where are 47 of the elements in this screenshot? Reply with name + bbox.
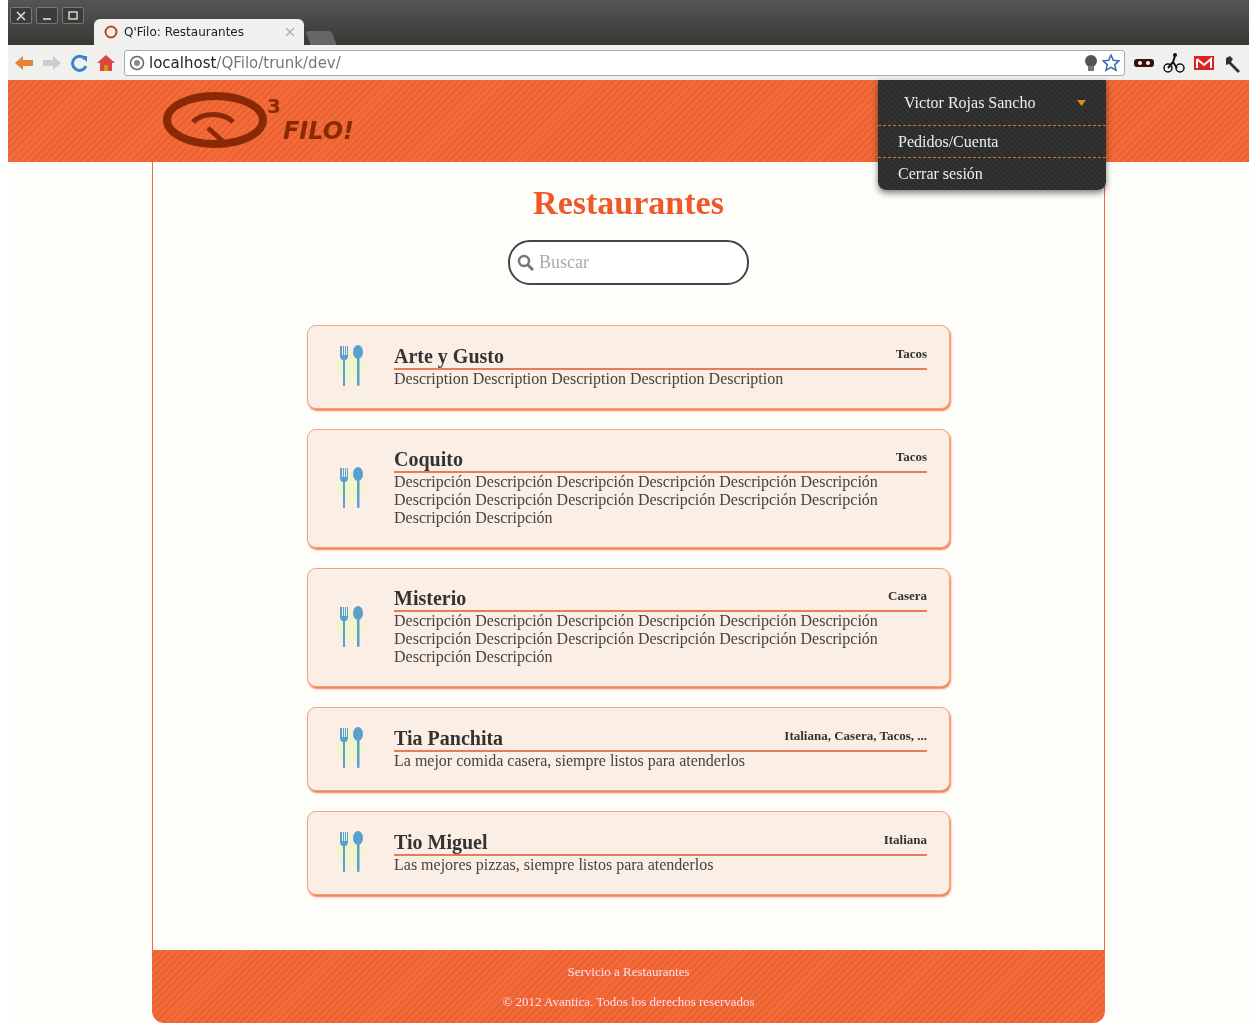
restaurant-tags: Tacos: [895, 345, 927, 362]
restaurant-name: Tio Miguel: [394, 830, 488, 854]
reload-icon[interactable]: [70, 53, 88, 72]
restaurant-card[interactable]: Coquito Tacos Descripción Descripción Descripción Descripción Descripción Descripción Descripción Descripción Descripción Descripción Descripción Descripción Descripción Descripción: [307, 429, 950, 548]
restaurant-card[interactable]: Tio Miguel Italiana Las mejores pizzas, siempre listos para atenderlos: [307, 811, 950, 895]
restaurant-name: Misterio: [394, 587, 467, 610]
restaurant-card[interactable]: Tia Panchita Italiana, Casera, Tacos, ... La mejor comida casera, siempre listos para atenderlos: [307, 707, 950, 791]
search-field[interactable]: Buscar: [508, 240, 749, 285]
caret-icon: [1077, 99, 1086, 106]
restaurant-tags: Casera: [888, 588, 927, 604]
globe-icon: [129, 54, 145, 71]
restaurant-description: Description Description Description Description Description: [394, 369, 785, 388]
user-menu-button[interactable]: Victor Rojas Sancho: [878, 80, 1106, 126]
footer-text: Servicio a Restaurantes: [567, 963, 690, 980]
restaurant-tags: Italiana: [883, 831, 927, 848]
restaurant-description: La mejor comida casera, siempre listos para atenderlos: [394, 751, 746, 770]
star-icon[interactable]: [1102, 53, 1120, 72]
copyright-text: © 2012 Avantica. Todos los derechos reservados: [502, 993, 755, 1010]
restaurant-card[interactable]: Arte y Gusto Tacos Description Description Description Description Description: [307, 325, 950, 409]
page-title: Restaurantes: [533, 184, 724, 222]
close-icon: [16, 10, 26, 21]
search-icon: [517, 254, 535, 272]
maximize-button[interactable]: [62, 7, 84, 24]
restaurant-card[interactable]: Misterio Casera Descripción Descripción Descripción Descripción Descripción Descripción Descripción Descripción Descripción Descripción Descripción Descripción Descripción Descripción: [307, 568, 950, 687]
address-bar[interactable]: localhost/QFilo/trunk/dev/: [124, 49, 1125, 76]
restaurant-tags: Italiana, Casera, Tacos, ...: [784, 727, 927, 744]
menu-item[interactable]: Pedidos/Cuenta: [878, 126, 1106, 158]
logo-superscript: 3: [267, 94, 281, 118]
restaurant-name: Tia Panchita: [394, 726, 504, 750]
browser-tab[interactable]: Q'Filo: Restaurantes: [94, 19, 304, 45]
logo-text: FILO!: [282, 117, 355, 145]
restaurant-description: Descripción Descripción Descripción Descripción Descripción Descripción Descripción Descripción Descripción Descripción Descripción Descripción Descripción Descripción: [394, 473, 879, 527]
maximize-icon: [68, 10, 78, 21]
cyclist-icon[interactable]: [1163, 51, 1185, 74]
minimize-icon: [42, 17, 52, 20]
mail-icon[interactable]: [1193, 54, 1215, 71]
restaurant-tags: Tacos: [895, 449, 927, 465]
close-button[interactable]: [10, 7, 32, 24]
restaurant-description: Descripción Descripción Descripción Descripción Descripción Descripción Descripción Descripción Descripción Descripción Descripción Descripción Descripción Descripción: [394, 612, 879, 666]
favicon-icon: [104, 25, 118, 39]
home-icon[interactable]: [96, 53, 116, 72]
minimize-button[interactable]: [36, 7, 58, 24]
restaurant-name: Coquito: [394, 448, 463, 471]
restaurant-name: Arte y Gusto: [394, 344, 504, 368]
restaurant-description: Las mejores pizzas, siempre listos para atenderlos: [394, 855, 715, 874]
menu-item[interactable]: Cerrar sesión: [878, 158, 1106, 190]
lightbulb-icon[interactable]: [1084, 53, 1098, 72]
